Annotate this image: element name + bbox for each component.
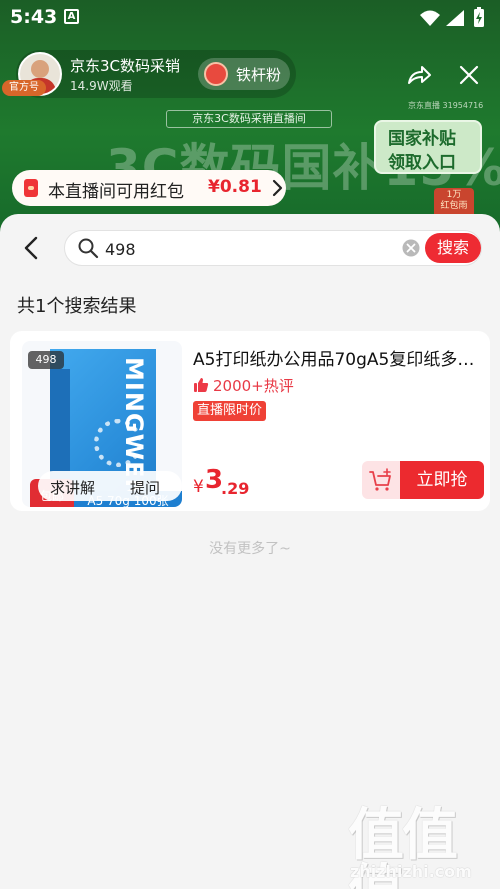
buy-now-button[interactable]: 立即抢 (400, 461, 484, 499)
price-currency: ¥ (193, 477, 204, 497)
signal-battery-icon (420, 7, 484, 27)
subsidy-line1: 国家补贴 (388, 129, 456, 149)
share-icon[interactable] (406, 64, 432, 86)
search-bar: 搜索 (64, 230, 482, 266)
product-action-pill: 求讲解 提问 (38, 471, 182, 501)
request-explain-button[interactable]: 求讲解 (50, 477, 95, 498)
search-input[interactable] (105, 237, 395, 261)
product-card[interactable]: MINGWEN A5 70g 100张 包邮 498 求讲解 提问 A5打印纸办… (10, 331, 490, 511)
official-badge: 官方号 (2, 80, 46, 96)
product-image[interactable]: MINGWEN A5 70g 100张 包邮 498 求讲解 提问 (22, 341, 182, 507)
status-time: 5:43 (10, 6, 58, 28)
fans-medal-icon (204, 62, 228, 86)
fans-button-label: 铁杆粉 (236, 66, 282, 84)
watermark-url: zhizhizhi.com (350, 862, 472, 881)
live-price-tag: 直播限时价 (193, 401, 267, 421)
red-packet-rain-label: 1万 红包雨 (440, 190, 468, 211)
viewer-count: 14.9W观看 (70, 79, 133, 93)
ask-question-button[interactable]: 提问 (130, 477, 160, 498)
host-name: 京东3C数码采销 (70, 57, 181, 75)
status-bar: 5:43 A (0, 0, 500, 36)
price-decimal: .29 (221, 479, 250, 498)
search-button[interactable]: 搜索 (425, 233, 481, 263)
channel-tag: 京东3C数码采销直播间 (166, 110, 332, 128)
red-packet-icon (24, 179, 38, 197)
back-arrow-icon[interactable] (18, 234, 46, 262)
product-title[interactable]: A5打印纸办公用品70gA5复印纸多功能打印纸 (193, 345, 485, 370)
result-count: 共1个搜索结果 (17, 296, 137, 317)
notification-icon: A (64, 9, 79, 24)
product-index-badge: 498 (28, 351, 64, 369)
product-search-sheet: 搜索 共1个搜索结果 MINGWEN A5 70g 100张 包邮 498 求讲… (0, 214, 500, 889)
subsidy-line2: 领取入口 (388, 153, 456, 173)
review-count: 2000+热评 (213, 377, 294, 395)
search-icon (78, 238, 99, 259)
add-to-cart-button[interactable] (362, 461, 400, 499)
chevron-right-icon (272, 179, 283, 197)
room-id: 京东直播 31954716 (408, 101, 484, 110)
thumbs-up-icon (194, 378, 209, 392)
red-packet-banner[interactable]: 本直播间可用红包 ¥0.81 (12, 170, 286, 206)
red-packet-amount: ¥0.81 (208, 177, 262, 197)
end-of-list-text: 没有更多了~ (209, 541, 291, 557)
clear-icon[interactable] (402, 239, 420, 257)
red-packet-text: 本直播间可用红包 (48, 182, 184, 202)
close-icon[interactable] (458, 64, 480, 86)
cart-icon (369, 468, 391, 491)
